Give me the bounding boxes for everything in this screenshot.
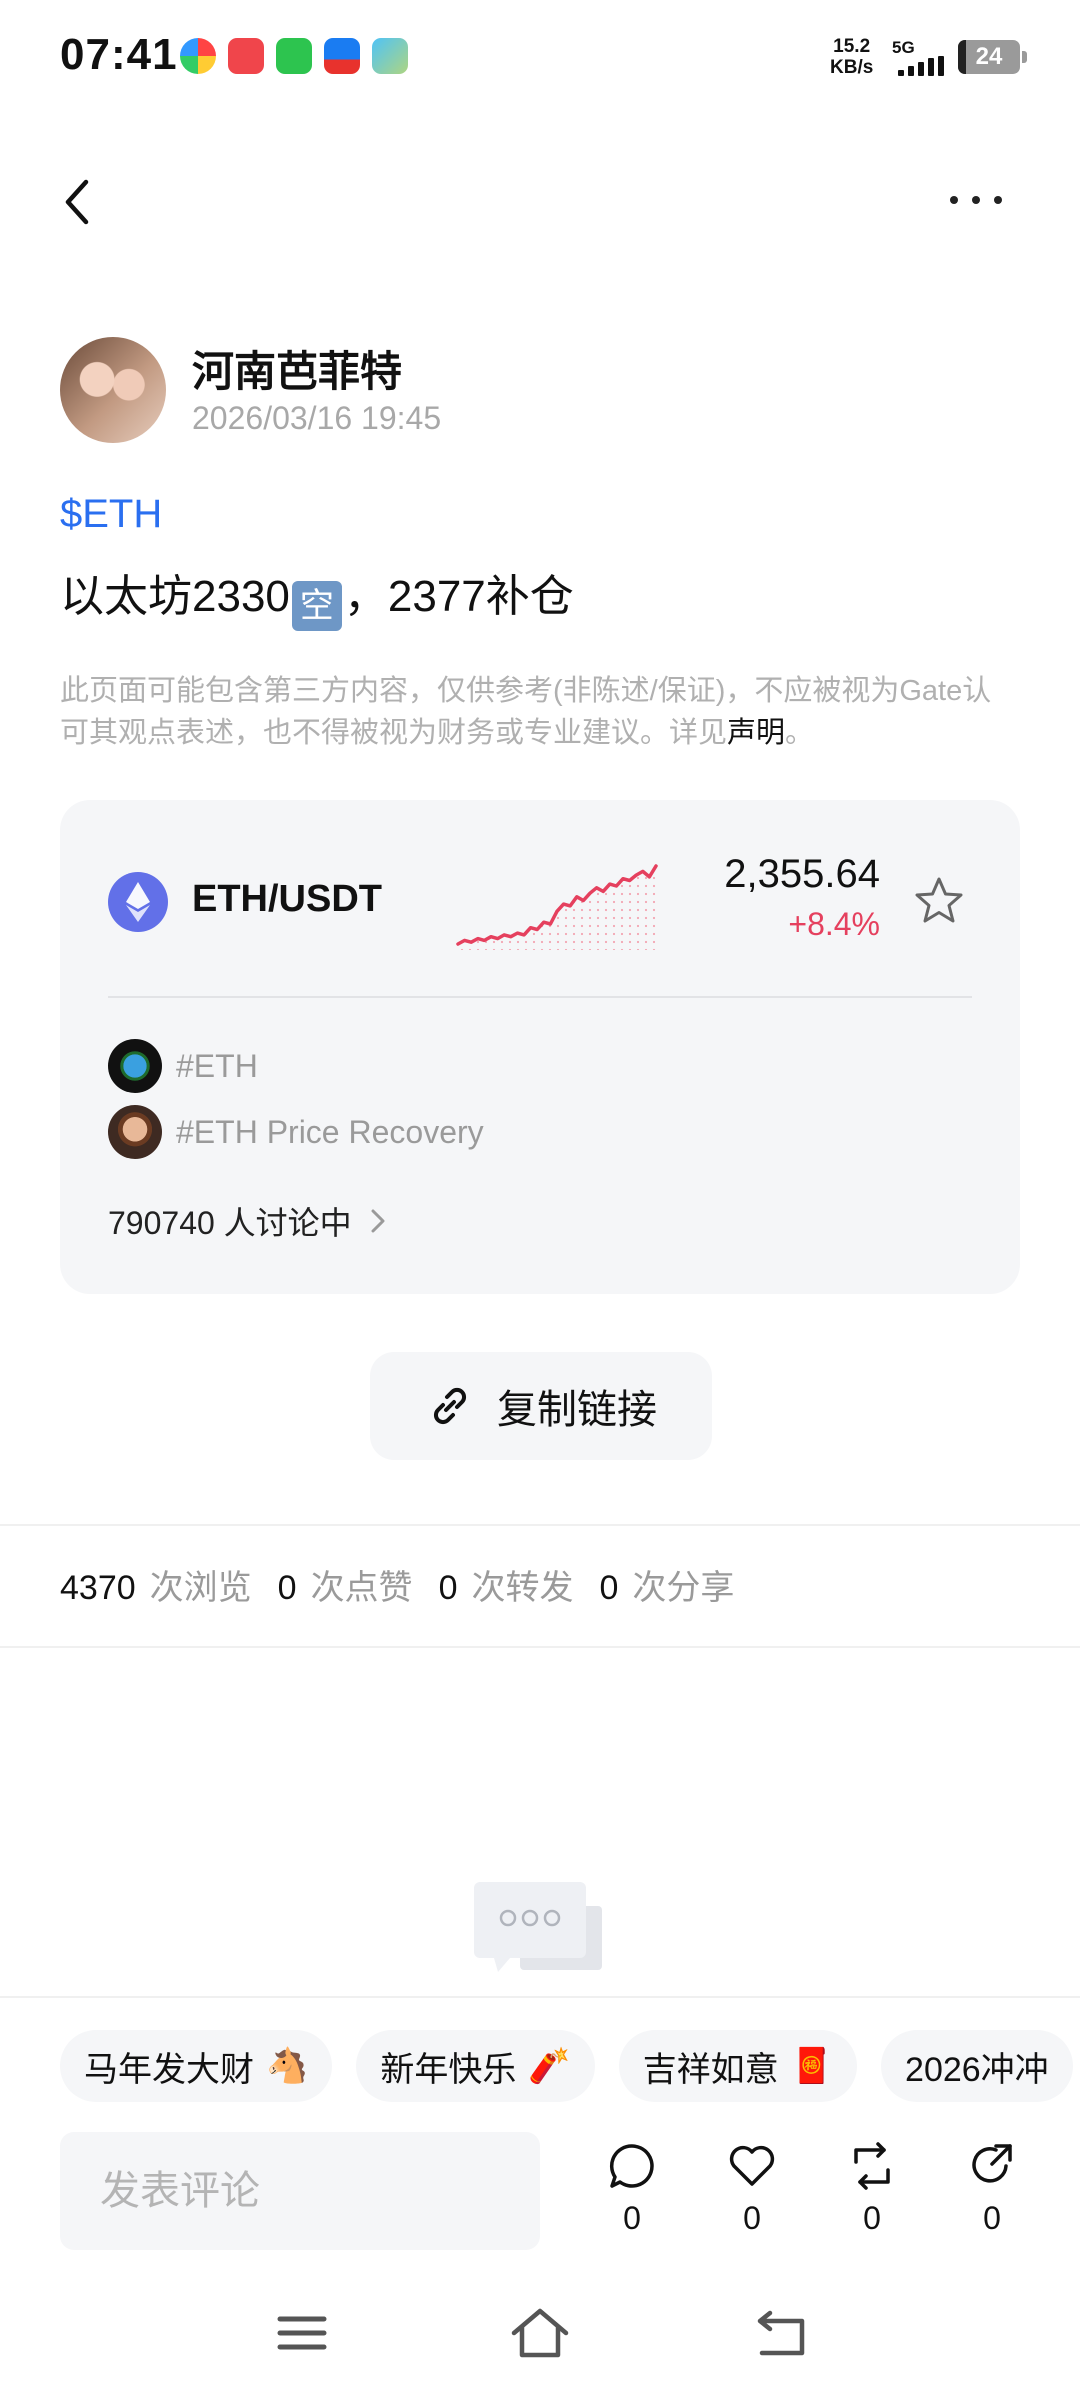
eth-logo-icon	[108, 872, 168, 932]
chevron-right-icon	[371, 1209, 385, 1233]
person-avatar	[108, 1105, 162, 1159]
heart-icon	[729, 2145, 775, 2186]
notification-icons	[180, 38, 408, 74]
quick-reply-chip[interactable]: 2026冲冲	[881, 2030, 1073, 2102]
kong-emoji: 空	[291, 581, 342, 631]
repost-button[interactable]: 0	[832, 2140, 912, 2237]
red-envelope-icon: 🧧	[790, 2047, 834, 2085]
market-card[interactable]: ETH/USDT 2,355.64 +8.4% #ETH #ETH Price …	[60, 800, 1020, 1294]
link-icon	[433, 1387, 467, 1425]
section-divider	[0, 1524, 1080, 1526]
more-button[interactable]	[950, 180, 1020, 220]
repost-count: 0	[863, 2200, 881, 2236]
price-change: +8.4%	[788, 906, 880, 942]
comment-input[interactable]	[60, 2132, 540, 2250]
copy-link-button[interactable]: 复制链接	[370, 1352, 712, 1460]
price-value: 2,355.64	[724, 852, 880, 896]
quick-reply-chip[interactable]: 吉祥如意 🧧	[618, 2030, 858, 2102]
repost-icon	[854, 2142, 890, 2190]
more-dots-icon	[950, 196, 958, 204]
quick-reply-chip[interactable]: 马年发大财 🐴	[60, 2030, 333, 2102]
topic-label: #ETH Price Recovery	[176, 1113, 484, 1150]
status-bar: 07:41 15.2 KB/s 5G 24	[0, 0, 1080, 110]
empty-comments-icon	[474, 1882, 602, 1972]
comment-icon	[609, 2144, 654, 2188]
ticker-link[interactable]: $ETH	[60, 492, 162, 537]
post-text-part1: 以太坊2330	[60, 572, 290, 621]
stat-views: 4370 次浏览	[60, 1569, 252, 1607]
like-button[interactable]: 0	[712, 2140, 792, 2237]
bottom-bar-divider	[0, 1996, 1080, 1998]
post-timestamp: 2026/03/16 19:45	[192, 400, 442, 436]
game-app-icon	[372, 38, 408, 74]
network-speed-unit: KB/s	[830, 57, 874, 78]
signal-icon	[898, 56, 944, 76]
card-divider	[108, 996, 972, 998]
author-name[interactable]: 河南芭菲特	[192, 338, 402, 399]
star-icon	[915, 877, 963, 923]
earth-avatar	[108, 1039, 162, 1093]
network-type: 5G	[892, 38, 915, 57]
topic-eth[interactable]: #ETH	[108, 1039, 258, 1093]
chevron-left-icon	[65, 179, 89, 225]
wechat-icon	[276, 38, 312, 74]
network-speed: 15.2 KB/s	[830, 36, 873, 78]
quick-reply-chip[interactable]: 新年快乐 🧨	[356, 2030, 595, 2102]
price-sparkline	[456, 864, 658, 950]
disclaimer: 此页面可能包含第三方内容，仅供参考(非陈述/保证)，不应被视为Gate认可其观点…	[60, 670, 1020, 754]
section-divider	[0, 1646, 1080, 1648]
status-time: 07:41	[60, 30, 178, 79]
recent-apps-button[interactable]	[270, 2305, 334, 2361]
share-count: 0	[983, 2200, 1001, 2236]
topic-label: #ETH	[176, 1047, 258, 1084]
return-icon	[757, 2310, 805, 2356]
horse-icon: 🐴	[266, 2047, 309, 2085]
disclaimer-end: 。	[785, 717, 815, 749]
author-avatar[interactable]	[60, 337, 166, 443]
discussion-count[interactable]: 790740 人讨论中	[108, 1198, 388, 1244]
firecracker-icon: 🧨	[528, 2047, 571, 2085]
home-button[interactable]	[508, 2305, 572, 2361]
share-icon	[972, 2144, 1012, 2183]
comment-count: 0	[623, 2200, 641, 2236]
share-button[interactable]: 0	[952, 2140, 1032, 2237]
battery-icon: 24	[958, 40, 1027, 74]
like-count: 0	[743, 2200, 761, 2236]
post-text-part2: ，2377补仓	[343, 572, 574, 621]
back-nav-button[interactable]	[752, 2305, 816, 2361]
stat-shares: 0 次分享	[599, 1569, 735, 1607]
pinwheel-app-icon	[180, 38, 216, 74]
post-stats: 4370 次浏览 0 次点赞 0 次转发 0 次分享	[60, 1560, 734, 1609]
stat-reposts: 0 次转发	[438, 1569, 574, 1607]
back-button[interactable]	[54, 172, 104, 232]
copy-link-label: 复制链接	[497, 1388, 657, 1432]
alipay-icon	[324, 38, 360, 74]
network-speed-value: 15.2	[833, 36, 871, 57]
disclaimer-link[interactable]: 声明	[727, 717, 785, 749]
comment-button[interactable]: 0	[592, 2140, 672, 2237]
stat-likes: 0 次点赞	[277, 1569, 413, 1607]
post-content: 以太坊2330 空，2377补仓	[60, 560, 574, 631]
favorite-button[interactable]	[912, 874, 966, 928]
home-icon	[511, 2308, 569, 2358]
discussion-count-text: 790740 人讨论中	[108, 1205, 352, 1241]
quick-reply-chips: 马年发大财 🐴 新年快乐 🧨 吉祥如意 🧧 2026冲冲	[60, 2030, 1073, 2102]
trading-pair: ETH/USDT	[192, 878, 382, 920]
video-app-icon	[228, 38, 264, 74]
battery-level: 24	[975, 43, 1003, 70]
disclaimer-text: 此页面可能包含第三方内容，仅供参考(非陈述/保证)，不应被视为Gate认可其观点…	[60, 675, 992, 749]
menu-icon	[277, 2316, 327, 2350]
topic-eth-price-recovery[interactable]: #ETH Price Recovery	[108, 1105, 484, 1159]
